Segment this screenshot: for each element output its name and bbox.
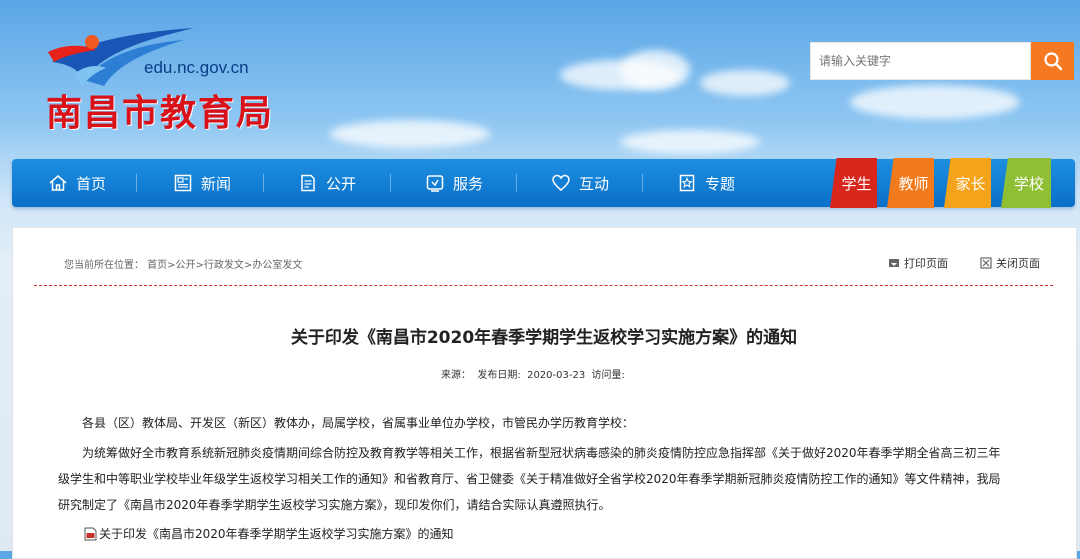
search-icon <box>1043 52 1062 71</box>
cloud <box>700 70 790 96</box>
star-badge-icon <box>679 174 695 192</box>
attachment-file-icon <box>84 527 97 540</box>
nav-item-label: 服务 <box>453 174 484 193</box>
site-url: edu.nc.gov.cn <box>144 58 249 77</box>
close-page-button[interactable]: 关闭页面 <box>980 255 1040 271</box>
document-icon <box>301 174 315 192</box>
nav-item-label: 新闻 <box>201 174 232 193</box>
role-tab-parent[interactable]: 家长 <box>944 158 991 208</box>
logo-emblem-icon <box>48 28 194 86</box>
news-icon <box>174 174 192 192</box>
nav-item-label: 专题 <box>705 174 736 193</box>
search-bar <box>810 42 1074 80</box>
cloud <box>330 120 490 148</box>
search-input[interactable] <box>810 42 1031 80</box>
heart-icon <box>552 174 570 191</box>
close-label: 关闭页面 <box>996 257 1040 270</box>
divider <box>34 285 1053 286</box>
site-name: 南昌市教育局 <box>46 92 275 134</box>
nav-item-home[interactable]: 首页 <box>48 159 106 207</box>
nav-divider <box>642 174 643 192</box>
nav-item-service[interactable]: 服务 <box>425 159 483 207</box>
role-tab-label: 学校 <box>1013 174 1044 193</box>
print-page-button[interactable]: 打印页面 <box>888 255 948 271</box>
role-tab-student[interactable]: 学生 <box>830 158 877 208</box>
article-body-line: 为统筹做好全市教育系统新冠肺炎疫情期间综合防控及教育教学等相关工作，根据省新型冠… <box>82 446 1001 460</box>
nav-item-interact[interactable]: 互动 <box>551 159 609 207</box>
cloud <box>620 130 760 154</box>
print-label: 打印页面 <box>904 257 948 270</box>
nav-divider <box>136 174 137 192</box>
nav-item-label: 首页 <box>76 174 107 193</box>
nav-divider <box>263 174 264 192</box>
article-salutation: 各县（区）教体局、开发区（新区）教体办，局属学校，省属事业单位办学校，市管民办学… <box>82 416 635 430</box>
role-tab-teacher[interactable]: 教师 <box>887 158 934 208</box>
nav-item-topics[interactable]: 专题 <box>677 159 735 207</box>
breadcrumb: 您当前所在位置： 首页>公开>行政发文>办公室发文 <box>64 260 303 271</box>
nav-item-label: 公开 <box>326 174 357 193</box>
role-tab-school[interactable]: 学校 <box>1001 158 1051 208</box>
close-icon <box>980 257 992 269</box>
article-body-line: 研究制定了《南昌市2020年春季学期学生返校学习实施方案》，现印发你们，请结合实… <box>58 498 611 512</box>
cloud <box>850 85 1020 119</box>
home-icon <box>49 175 67 191</box>
role-tab-label: 学生 <box>841 174 872 193</box>
nav-item-news[interactable]: 新闻 <box>173 159 231 207</box>
cloud <box>620 50 690 90</box>
service-icon <box>426 175 444 192</box>
article-meta: 来源： 发布日期: 2020-03-23 访问量: <box>441 370 625 381</box>
search-button[interactable] <box>1031 42 1074 80</box>
article-body-line: 级学生和中等职业学校毕业年级学生返校学习相关工作的通知》和省教育厅、省卫健委《关… <box>58 472 1001 486</box>
nav-divider <box>390 174 391 192</box>
nav-item-label: 互动 <box>579 174 610 193</box>
nav-divider <box>516 174 517 192</box>
role-tab-label: 教师 <box>898 174 929 193</box>
article-title: 关于印发《南昌市2020年春季学期学生返校学习实施方案》的通知 <box>290 328 798 348</box>
role-tab-label: 家长 <box>955 174 986 193</box>
attachment-link[interactable]: 关于印发《南昌市2020年春季学期学生返校学习实施方案》的通知 <box>84 525 454 542</box>
nav-item-public[interactable]: 公开 <box>298 159 356 207</box>
attachment-label: 关于印发《南昌市2020年春季学期学生返校学习实施方案》的通知 <box>99 527 454 541</box>
print-icon <box>889 259 899 267</box>
